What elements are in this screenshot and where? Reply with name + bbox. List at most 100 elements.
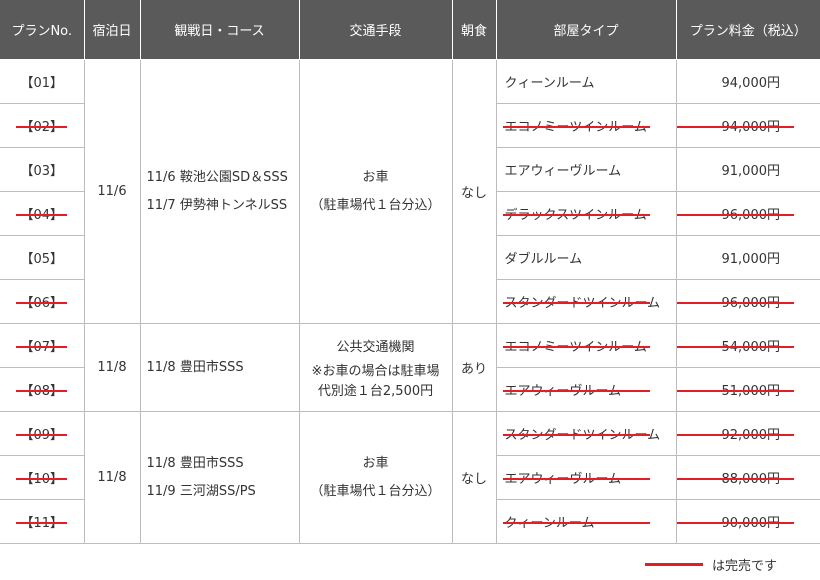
plan-number-cell: 【01】: [0, 59, 85, 104]
course-line: 11/9 三河湖SS/PS: [146, 483, 256, 499]
plan-number: 【05】: [20, 252, 64, 267]
price: 94,000円: [721, 76, 781, 91]
room-type-cell: エアウィーヴルーム: [495, 455, 677, 500]
room-type: スタンダードツインルーム: [504, 296, 661, 311]
sold-out-strike: [502, 477, 650, 480]
plan-number: 【01】: [20, 76, 64, 91]
course-line: 11/6 鞍池公園SD＆SSS: [146, 169, 288, 185]
course-cell: 11/6 鞍池公園SD＆SSS 11/7 伊勢神トンネルSS: [139, 59, 300, 324]
price-cell: 92,000円: [675, 411, 820, 456]
price-cell: 91,000円: [675, 235, 820, 280]
plan-number-cell: 【03】: [0, 147, 85, 192]
price-cell: 94,000円: [675, 103, 820, 148]
transport-cell: お車 （駐車場代１台分込）: [298, 411, 453, 544]
price-cell: 96,000円: [675, 191, 820, 236]
sold-out-strike: [502, 301, 650, 304]
price: 54,000円: [721, 340, 781, 355]
plan-number-cell: 【10】: [0, 455, 85, 500]
room-type: エアウィーヴルーム: [504, 164, 622, 179]
plan-number: 【11】: [16, 512, 67, 531]
plan-number-cell: 【05】: [0, 235, 85, 280]
room-type-cell: エアウィーヴルーム: [495, 367, 677, 412]
plan-number-cell: 【09】: [0, 411, 85, 456]
room-type-cell: エコノミーツインルーム: [495, 323, 677, 368]
transport-note: ※お車の場合は駐車場 代別途１台2,500円: [300, 362, 452, 402]
room-type-cell: スタンダードツインルーム: [495, 411, 677, 456]
price: 96,000円: [721, 208, 781, 223]
transport-note-line: ※お車の場合は駐車場: [311, 363, 440, 379]
course-cell: 11/8 豊田市SSS 11/9 三河湖SS/PS: [139, 411, 300, 544]
room-type: エコノミーツインルーム: [504, 120, 647, 135]
price: 88,000円: [721, 472, 781, 487]
room-type-cell: デラックスツインルーム: [495, 191, 677, 236]
header-transport: 交通手段: [298, 0, 453, 60]
course-line: 11/7 伊勢神トンネルSS: [146, 197, 288, 213]
night-date: 11/8: [97, 360, 127, 375]
course-line: 11/8 豊田市SSS: [146, 359, 244, 375]
sold-out-strike: [676, 433, 794, 436]
sold-out-strike: [502, 389, 650, 392]
sold-out-strike: [502, 345, 650, 348]
transport-main: お車: [362, 455, 389, 471]
sold-out-strike: [676, 521, 794, 524]
room-type: エアウィーヴルーム: [504, 384, 622, 399]
room-type-cell: ダブルルーム: [495, 235, 677, 280]
sold-out-strike: [676, 125, 794, 128]
breakfast-cell: あり: [451, 323, 497, 412]
header-price: プラン料金（税込）: [675, 0, 820, 60]
night-cell: 11/8: [83, 323, 141, 412]
price-cell: 51,000円: [675, 367, 820, 412]
room-type: エアウィーヴルーム: [504, 472, 622, 487]
plan-number: 【09】: [16, 424, 67, 443]
room-type-cell: スタンダードツインルーム: [495, 279, 677, 324]
plan-number-cell: 【04】: [0, 191, 85, 236]
sold-out-strike: [502, 433, 650, 436]
price: 91,000円: [721, 164, 781, 179]
course-line: 11/8 豊田市SSS: [146, 455, 244, 471]
plan-number: 【08】: [16, 380, 67, 399]
plan-number-cell: 【02】: [0, 103, 85, 148]
sold-out-strike: [676, 345, 794, 348]
price-cell: 91,000円: [675, 147, 820, 192]
price-cell: 94,000円: [675, 59, 820, 104]
transport-cell: 公共交通機関 ※お車の場合は駐車場 代別途１台2,500円: [298, 323, 453, 412]
price: 94,000円: [721, 120, 781, 135]
plan-number: 【07】: [16, 336, 67, 355]
room-type-cell: エアウィーヴルーム: [495, 147, 677, 192]
sold-out-strike: [502, 213, 650, 216]
plan-number: 【06】: [16, 292, 67, 311]
room-type: デラックスツインルーム: [504, 208, 647, 223]
transport-main: お車: [362, 169, 389, 185]
room-type: クィーンルーム: [504, 516, 595, 531]
room-type-cell: クィーンルーム: [495, 499, 677, 544]
breakfast-cell: なし: [451, 59, 497, 324]
price: 90,000円: [721, 516, 781, 531]
header-breakfast: 朝食: [451, 0, 497, 60]
plan-number-cell: 【11】: [0, 499, 85, 544]
header-room-type: 部屋タイプ: [495, 0, 677, 60]
header-row: プランNo. 宿泊日 観戦日・コース 交通手段 朝食 部屋タイプ プラン料金（税…: [0, 0, 820, 60]
room-type-cell: クィーンルーム: [495, 59, 677, 104]
breakfast-value: あり: [460, 362, 487, 377]
night-date: 11/6: [97, 184, 127, 199]
header-nights: 宿泊日: [83, 0, 141, 60]
header-course: 観戦日・コース: [139, 0, 300, 60]
transport-note-line: 代別途１台2,500円: [317, 383, 434, 399]
sold-out-strike: [676, 389, 794, 392]
plan-number-cell: 【06】: [0, 279, 85, 324]
sold-out-legend: は完売です: [0, 553, 820, 577]
plan-number: 【02】: [16, 116, 67, 135]
plan-number: 【03】: [20, 164, 64, 179]
header-plan-no: プランNo.: [0, 0, 85, 60]
room-type: クィーンルーム: [504, 76, 595, 91]
price: 92,000円: [721, 428, 781, 443]
plan-number: 【10】: [16, 468, 67, 487]
transport-cell: お車 （駐車場代１台分込）: [298, 59, 453, 324]
night-date: 11/8: [97, 470, 127, 485]
night-cell: 11/6: [83, 59, 141, 324]
table-row: 【09】 11/8 11/8 豊田市SSS 11/9 三河湖SS/PS お車 （…: [0, 411, 820, 544]
transport-main: 公共交通機関: [336, 339, 415, 355]
sold-out-strike: [676, 301, 794, 304]
plan-number: 【04】: [16, 204, 67, 223]
transport-note: （駐車場代１台分込）: [310, 483, 441, 499]
